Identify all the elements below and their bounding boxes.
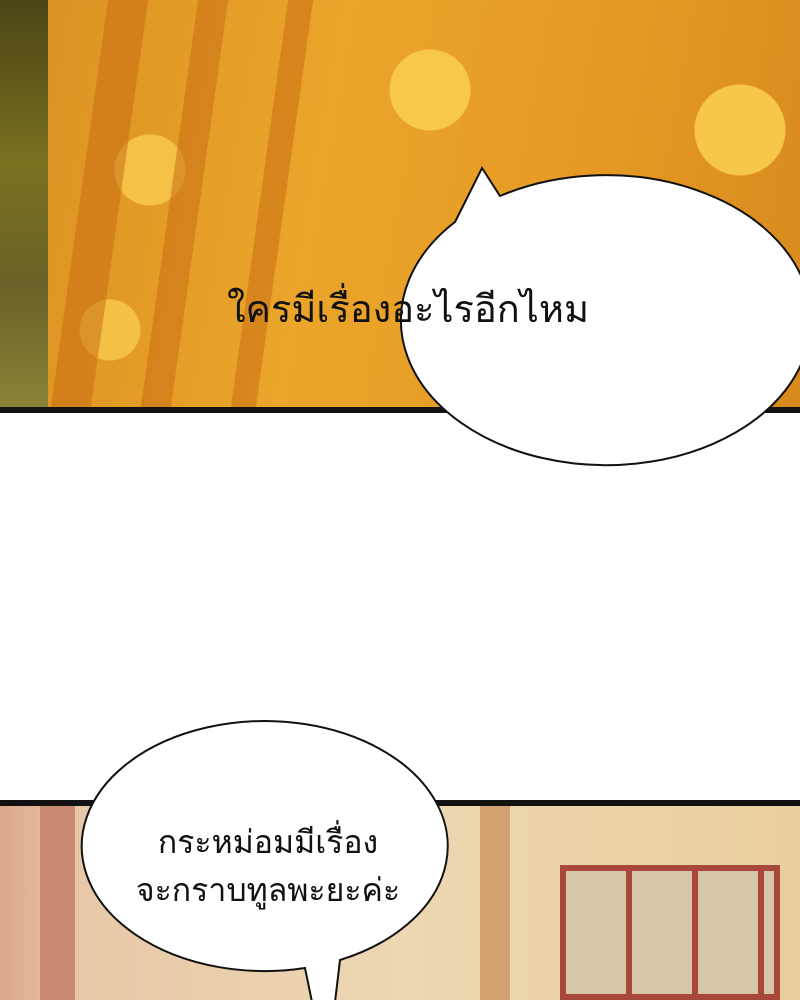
- dialogue-bottom: กระหม่อมมีเรื่อง จะกราบทูลพะยะค่ะ: [85, 818, 451, 914]
- dialogue-line: กระหม่อมมีเรื่อง: [157, 823, 379, 861]
- dialogue-top: ใครมีเรื่องอะไรอีกไหม: [226, 287, 589, 331]
- dialogue-line: จะกราบทูลพะยะค่ะ: [135, 871, 401, 909]
